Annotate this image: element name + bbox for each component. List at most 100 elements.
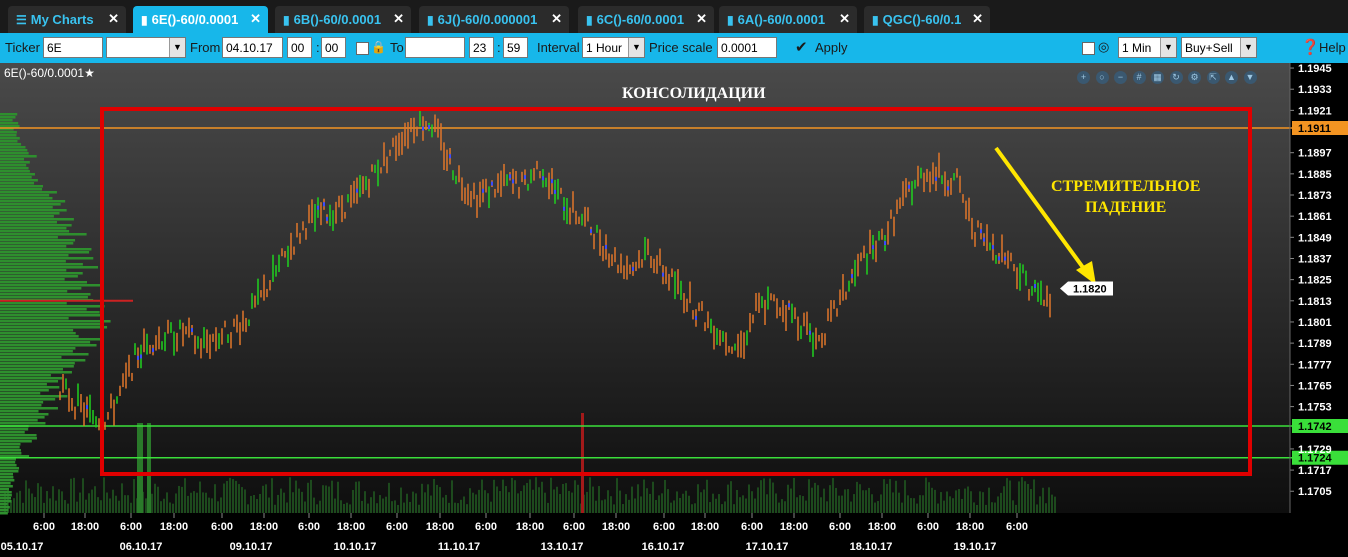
profile-bar <box>0 212 60 215</box>
volume-bar <box>586 491 588 513</box>
interval-value: 1 Hour <box>586 41 623 55</box>
volume-bar <box>193 491 195 513</box>
zoom-in-icon[interactable]: + <box>1077 71 1090 84</box>
volume-bar <box>976 504 978 513</box>
gear-icon[interactable]: ⚙ <box>1188 71 1201 84</box>
profile-bar <box>0 431 25 434</box>
close-icon[interactable]: ✕ <box>696 11 707 27</box>
profile-bar <box>0 365 74 368</box>
volume-bar <box>688 495 690 513</box>
apply-button[interactable]: Apply <box>815 40 848 55</box>
trade-marker <box>152 348 154 353</box>
from-hour-input[interactable]: 00 <box>287 37 312 58</box>
volume-bar <box>271 478 273 513</box>
profile-bar <box>0 368 63 371</box>
volume-bar <box>427 484 429 513</box>
trade-marker <box>422 126 424 131</box>
volume-bar <box>1021 477 1023 513</box>
zoom-out-icon[interactable]: − <box>1114 71 1127 84</box>
to-hour-input[interactable]: 23 <box>469 37 494 58</box>
profile-bar <box>0 491 12 494</box>
profile-bar <box>0 116 16 119</box>
volume-bar <box>682 493 684 513</box>
volume-bar <box>166 492 168 513</box>
profile-bar <box>0 359 86 362</box>
expand-icon[interactable]: ⇱ <box>1206 71 1220 84</box>
price-scale-input[interactable]: 0.0001 <box>717 37 777 58</box>
price-chart[interactable]: 1.1911 1.1742 1.1724 1.1820 1.1945 1.1933 1.… <box>0 63 1348 557</box>
option-checkbox[interactable] <box>1082 42 1095 55</box>
volume-bar <box>238 484 240 513</box>
trade-marker <box>323 202 325 207</box>
volume-bar <box>487 493 489 513</box>
profile-bar <box>0 302 67 305</box>
volume-bar <box>829 485 831 513</box>
volume-bar <box>724 501 726 513</box>
volume-bar <box>31 493 33 513</box>
to-minute-input[interactable]: 59 <box>503 37 528 58</box>
to-enable-checkbox[interactable] <box>356 42 369 55</box>
tab-6e[interactable]: ▮ 6E()-60/0.0001 ✕ <box>133 6 268 33</box>
volume-bar <box>493 479 495 513</box>
crosshair-icon[interactable]: ◎ <box>1098 39 1109 55</box>
date-label: 06.10.17 <box>120 541 163 553</box>
down-icon[interactable]: ▼ <box>1243 71 1257 84</box>
close-icon[interactable]: ✕ <box>250 11 261 27</box>
profile-bar <box>0 152 29 155</box>
profile-bar <box>0 215 54 218</box>
zoom-icon[interactable]: ○ <box>1095 71 1109 84</box>
chart-canvas[interactable]: 1.19111.17421.1724 1.1820 1.19451.19331.… <box>0 63 1348 557</box>
refresh-icon[interactable]: ↻ <box>1169 71 1183 84</box>
grid-icon[interactable]: # <box>1132 71 1146 84</box>
price-label: 1.1753 <box>1298 402 1332 414</box>
volume-bar <box>352 489 354 513</box>
timeframe-dropdown[interactable]: 1 Min ▼ <box>1118 37 1177 58</box>
profile-bar <box>0 122 19 125</box>
tab-6c[interactable]: ▮ 6C()-60/0.0001 ✕ <box>578 6 714 33</box>
help-link[interactable]: Help <box>1319 40 1346 55</box>
bar-chart-icon: ▮ <box>586 12 593 27</box>
star-icon[interactable]: ★ <box>84 66 95 80</box>
profile-bar <box>0 236 58 239</box>
tab-6a[interactable]: ▮ 6A()-60/0.0001 ✕ <box>719 6 857 33</box>
volume-bar <box>613 504 615 513</box>
volume-bar <box>535 477 537 513</box>
help-icon[interactable]: ❓ <box>1301 38 1320 56</box>
volume-bar <box>478 489 480 513</box>
up-icon[interactable]: ▲ <box>1225 71 1238 84</box>
time-label: 6:00 <box>829 521 851 533</box>
volume-bar <box>616 478 618 513</box>
close-icon[interactable]: ✕ <box>972 11 983 27</box>
ticker-input[interactable]: 6E <box>43 37 103 58</box>
trade-marker <box>491 181 493 186</box>
tab-qgc[interactable]: ▮ QGC()-60/0.1 ✕ <box>864 6 990 33</box>
lock-icon[interactable]: 🔒 <box>371 40 386 54</box>
volume-bar <box>361 500 363 513</box>
volume-bar <box>775 493 777 513</box>
close-icon[interactable]: ✕ <box>551 11 562 27</box>
side-dropdown[interactable]: Buy+Sell ▼ <box>1181 37 1257 58</box>
volume-bar <box>610 496 612 513</box>
volume-bar <box>76 501 78 513</box>
settings-icon[interactable]: ▦ <box>1151 71 1164 84</box>
tab-my-charts[interactable]: ☰ My Charts ✕ <box>8 6 126 33</box>
volume-bar <box>838 495 840 513</box>
ticker-dropdown[interactable]: ▼ <box>106 37 186 58</box>
close-icon[interactable]: ✕ <box>393 11 404 27</box>
volume-bar <box>1006 478 1008 513</box>
volume-bar <box>55 500 57 513</box>
tab-6j[interactable]: ▮ 6J()-60/0.000001 ✕ <box>419 6 569 33</box>
from-minute-input[interactable]: 00 <box>321 37 346 58</box>
volume-bar <box>982 492 984 513</box>
from-date-input[interactable]: 04.10.17 <box>222 37 283 58</box>
close-icon[interactable]: ✕ <box>839 11 850 27</box>
bar-chart-icon: ▮ <box>727 12 734 27</box>
to-date-input[interactable] <box>405 37 465 58</box>
trade-marker <box>662 272 664 277</box>
profile-bar <box>0 512 8 515</box>
tab-6b[interactable]: ▮ 6B()-60/0.0001 ✕ <box>275 6 411 33</box>
close-icon[interactable]: ✕ <box>108 11 119 27</box>
checkmark-icon[interactable]: ✔ <box>795 38 808 56</box>
interval-dropdown[interactable]: 1 Hour ▼ <box>582 37 645 58</box>
volume-bar <box>247 504 249 513</box>
